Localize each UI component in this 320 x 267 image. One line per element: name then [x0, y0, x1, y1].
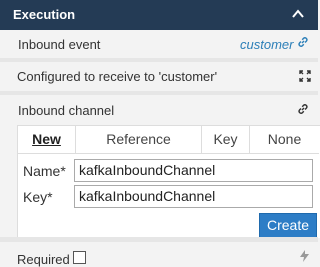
expand-icon[interactable] — [299, 70, 311, 82]
inbound-event-row: Inbound event customer — [0, 30, 318, 58]
bolt-icon[interactable] — [300, 250, 309, 262]
tab-reference[interactable]: Reference — [76, 126, 202, 153]
channel-tabs: New Reference Key None — [18, 126, 319, 154]
name-field[interactable]: kafkaInboundChannel — [74, 159, 313, 182]
inbound-channel-panel: New Reference Key None Name* kafkaInboun… — [17, 125, 320, 238]
execution-header[interactable]: Execution — [0, 0, 318, 30]
inbound-event-label: Inbound event — [18, 37, 101, 52]
create-button[interactable]: Create — [259, 213, 318, 238]
name-label: Name* — [23, 163, 66, 179]
tab-none[interactable]: None — [250, 126, 319, 153]
link-icon[interactable] — [297, 36, 309, 48]
required-checkbox[interactable] — [73, 251, 86, 264]
required-row: Required — [0, 242, 318, 267]
configured-row: Configured to receive to 'customer' — [0, 62, 318, 91]
tab-key[interactable]: Key — [202, 126, 250, 153]
required-label: Required — [17, 252, 70, 267]
link-icon[interactable] — [297, 103, 309, 115]
chevron-up-icon[interactable] — [292, 8, 304, 20]
section-title: Execution — [13, 7, 76, 22]
inbound-channel-label: Inbound channel — [18, 103, 115, 118]
tab-new[interactable]: New — [18, 126, 76, 153]
key-label: Key* — [23, 189, 53, 205]
key-field[interactable]: kafkaInboundChannel — [74, 185, 313, 208]
configured-text: Configured to receive to 'customer' — [17, 69, 218, 84]
inbound-event-value[interactable]: customer — [240, 37, 293, 52]
